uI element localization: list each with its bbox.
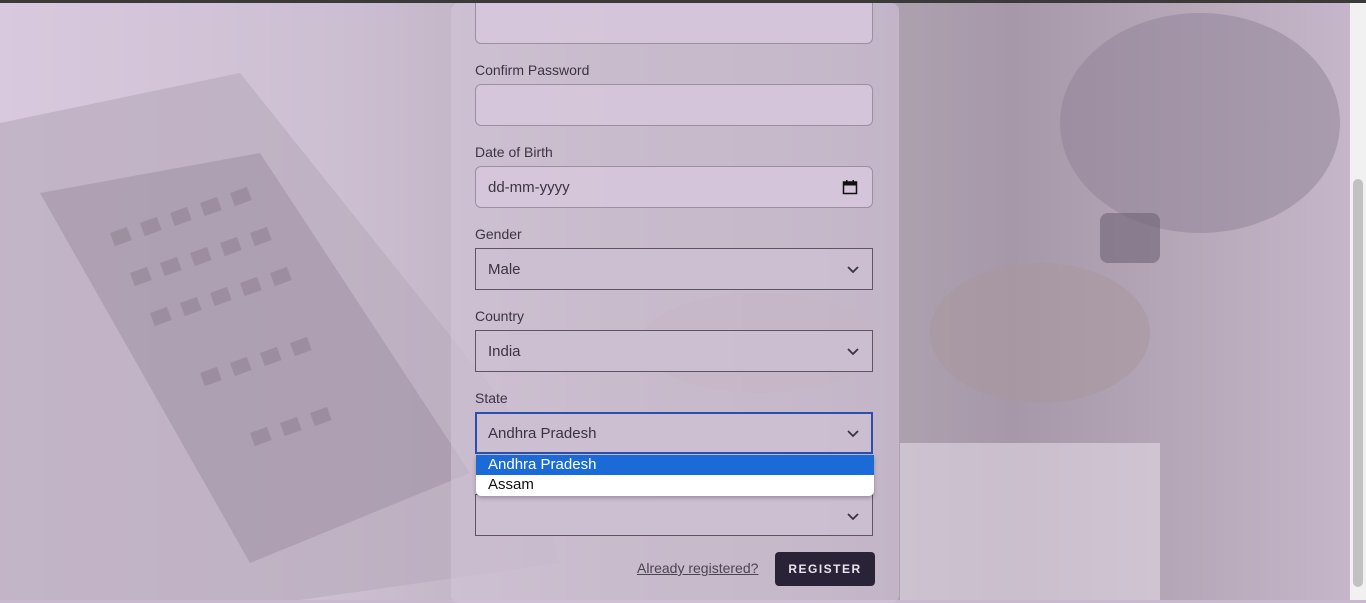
state-value: Andhra Pradesh [488,425,597,442]
chevron-down-icon [847,348,859,356]
already-registered-link[interactable]: Already registered? [637,560,758,576]
gender-select[interactable]: Male [475,248,873,290]
date-of-birth-placeholder: dd-mm-yyyy [488,179,570,196]
page-scrollbar[interactable] [1350,3,1366,600]
register-button[interactable]: REGISTER [775,552,875,586]
state-option-assam[interactable]: Assam [476,475,874,495]
country-value: India [488,343,521,360]
city-select[interactable] [475,494,873,536]
gender-value: Male [488,261,521,278]
chevron-down-icon [847,266,859,274]
gender-label: Gender [475,226,522,242]
state-dropdown-list: Andhra Pradesh Assam [476,455,874,496]
calendar-icon[interactable] [842,179,858,195]
browser-top-edge [0,0,1366,3]
country-select[interactable]: India [475,330,873,372]
state-select[interactable]: Andhra Pradesh [475,412,873,454]
state-option-andhra-pradesh[interactable]: Andhra Pradesh [476,455,874,475]
confirm-password-label: Confirm Password [475,62,590,78]
chevron-down-icon [847,430,859,438]
password-field[interactable] [475,3,873,44]
date-of-birth-field[interactable]: dd-mm-yyyy [475,166,873,208]
date-of-birth-label: Date of Birth [475,144,553,160]
country-label: Country [475,308,525,324]
confirm-password-field[interactable] [475,84,873,126]
state-label: State [475,390,508,406]
chevron-down-icon [847,513,859,521]
scrollbar-thumb[interactable] [1353,179,1363,587]
